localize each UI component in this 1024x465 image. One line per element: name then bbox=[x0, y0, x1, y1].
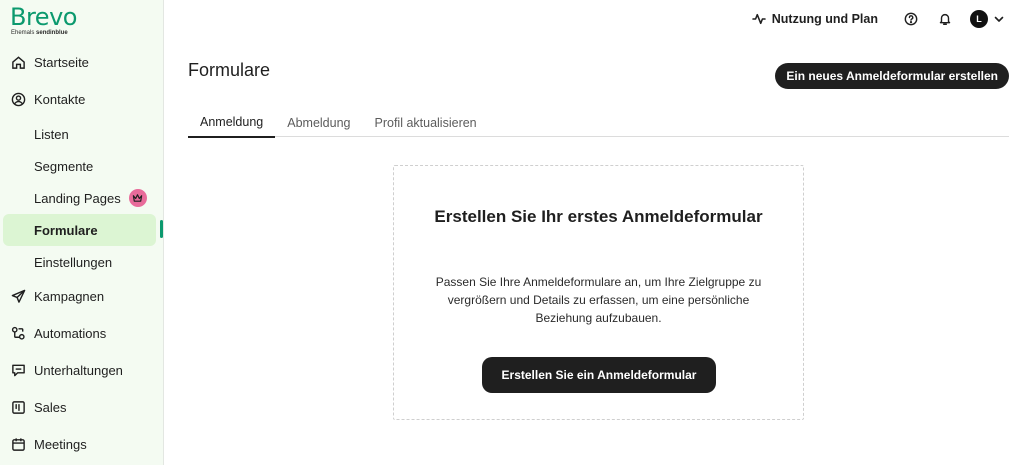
page-title: Formulare bbox=[188, 60, 271, 80]
board-icon bbox=[10, 400, 26, 416]
sidebar-item-sales[interactable]: Sales bbox=[0, 389, 164, 426]
usage-plan-link[interactable]: Nutzung und Plan bbox=[751, 12, 878, 26]
sidebar-item-einstellungen[interactable]: Einstellungen bbox=[0, 246, 164, 278]
sidebar-item-unterhaltungen[interactable]: Unterhaltungen bbox=[0, 352, 164, 389]
sidebar-item-label: Kontakte bbox=[34, 92, 86, 107]
sidebar-item-segmente[interactable]: Segmente bbox=[0, 150, 164, 182]
activity-icon bbox=[751, 13, 766, 25]
sidebar-item-startseite[interactable]: Startseite bbox=[0, 44, 164, 81]
tab-bar: Anmeldung Abmeldung Profil aktualisieren bbox=[188, 108, 1009, 138]
sidebar-item-listen[interactable]: Listen bbox=[0, 118, 164, 150]
sidebar-item-kontakte[interactable]: Kontakte bbox=[0, 81, 164, 118]
sidebar-item-label: Listen bbox=[34, 126, 69, 142]
brevo-logo[interactable]: Brevo Ehemals sendinblue bbox=[10, 4, 77, 37]
sidebar-item-label: Kampagnen bbox=[34, 289, 105, 304]
tab-anmeldung[interactable]: Anmeldung bbox=[188, 108, 276, 138]
sidebar-item-label: Unterhaltungen bbox=[34, 363, 123, 378]
sidebar-item-label: Einstellungen bbox=[34, 254, 113, 270]
calendar-icon bbox=[10, 437, 26, 453]
sidebar-item-label: Segmente bbox=[34, 158, 94, 174]
chat-icon bbox=[10, 363, 26, 379]
usage-plan-label: Nutzung und Plan bbox=[771, 12, 878, 26]
sidebar-item-meetings[interactable]: Meetings bbox=[0, 426, 164, 463]
active-indicator bbox=[160, 220, 163, 238]
sidebar-item-kampagnen[interactable]: Kampagnen bbox=[0, 278, 164, 315]
empty-state-card: Erstellen Sie Ihr erstes Anmeldeformular… bbox=[393, 165, 804, 420]
crown-icon bbox=[128, 189, 147, 207]
main-content: Nutzung und Plan L Formulare Ein neues A… bbox=[164, 0, 1024, 465]
sidebar-item-label: Landing Pages bbox=[34, 190, 121, 206]
chevron-down-icon[interactable] bbox=[994, 15, 1004, 23]
help-icon[interactable] bbox=[902, 10, 920, 28]
sidebar-item-label: Automations bbox=[34, 326, 107, 341]
sidebar-item-label: Formulare bbox=[34, 222, 98, 238]
create-signup-form-button[interactable]: Erstellen Sie ein Anmeldeformular bbox=[482, 357, 716, 393]
create-form-button[interactable]: Ein neues Anmeldeformular erstellen bbox=[775, 63, 1009, 89]
sidebar-item-label: Sales bbox=[34, 400, 67, 415]
sidebar-nav: Startseite Kontakte Listen Segmente Land… bbox=[0, 44, 164, 463]
sidebar-item-formulare[interactable]: Formulare bbox=[3, 214, 163, 246]
send-icon bbox=[10, 289, 26, 305]
sidebar: Brevo Ehemals sendinblue Startseite Kont… bbox=[0, 0, 164, 465]
logo-sub-prefix: Ehemals bbox=[11, 30, 35, 36]
logo-sub-brand: sendinblue bbox=[36, 30, 68, 36]
sidebar-item-landing-pages[interactable]: Landing Pages bbox=[0, 182, 164, 214]
avatar[interactable]: L bbox=[970, 10, 988, 28]
tab-abmeldung[interactable]: Abmeldung bbox=[275, 108, 362, 137]
app-window: Brevo Ehemals sendinblue Startseite Kont… bbox=[0, 0, 1024, 465]
sidebar-item-automations[interactable]: Automations bbox=[0, 315, 164, 352]
logo-wordmark: Brevo bbox=[10, 3, 77, 31]
sidebar-item-label: Meetings bbox=[34, 437, 87, 452]
empty-state-title: Erstellen Sie Ihr erstes Anmeldeformular bbox=[434, 207, 763, 226]
tab-profil-aktualisieren[interactable]: Profil aktualisieren bbox=[363, 108, 489, 137]
user-circle-icon bbox=[10, 92, 26, 108]
bell-icon[interactable] bbox=[936, 10, 954, 28]
top-bar: Nutzung und Plan L bbox=[751, 9, 1004, 29]
automation-icon bbox=[10, 326, 26, 342]
logo-subtitle: Ehemals sendinblue bbox=[11, 30, 77, 37]
empty-state-description: Passen Sie Ihre Anmeldeformulare an, um … bbox=[435, 275, 762, 325]
sidebar-item-label: Startseite bbox=[34, 55, 89, 70]
home-icon bbox=[10, 55, 26, 71]
